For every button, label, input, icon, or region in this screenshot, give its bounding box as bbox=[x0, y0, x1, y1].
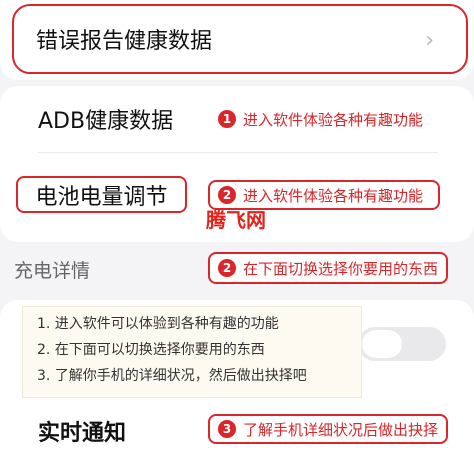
annotation-3: 2 在下面切换选择你要用的东西 bbox=[208, 252, 448, 284]
error-report-label: 错误报告健康数据 bbox=[36, 29, 213, 54]
annotation-2-text: 进入软件体验各种有趣功能 bbox=[243, 186, 424, 205]
annotation-3-text: 在下面切换选择你要用的东西 bbox=[243, 259, 439, 278]
badge-3: 2 bbox=[218, 259, 236, 277]
charge-details-heading: 充电详情 bbox=[14, 260, 91, 282]
tip-item: 3. 了解你手机的详细状况，然后做出抉择吧 bbox=[37, 368, 307, 384]
chevron-right-icon: › bbox=[425, 28, 434, 53]
battery-level-row[interactable]: 电池电量调节 bbox=[16, 176, 187, 213]
toggle-knob bbox=[362, 330, 402, 358]
realtime-notification-row[interactable]: 实时通知 bbox=[38, 415, 126, 447]
tip-item: 1. 进入软件可以体验到各种有趣的功能 bbox=[37, 316, 279, 332]
tips-panel: 1. 进入软件可以体验到各种有趣的功能 2. 在下面可以切换选择你要用的东西 3… bbox=[22, 306, 362, 398]
annotation-1-text: 进入软件体验各种有趣功能 bbox=[243, 110, 424, 129]
badge-4: 3 bbox=[218, 420, 236, 438]
watermark: 腾飞网 bbox=[206, 208, 266, 232]
error-report-row[interactable]: 错误报告健康数据 › bbox=[12, 4, 468, 74]
badge-1: 1 bbox=[218, 110, 236, 128]
badge-2: 2 bbox=[218, 186, 236, 204]
charge-toggle-switch[interactable] bbox=[358, 327, 446, 361]
adb-health-row[interactable]: ADB健康数据 bbox=[38, 103, 173, 135]
annotation-4: 3 了解手机详细状况后做出抉择 bbox=[208, 414, 448, 444]
tip-item: 2. 在下面可以切换选择你要用的东西 bbox=[37, 342, 265, 358]
annotation-1: 1 进入软件体验各种有趣功能 bbox=[218, 108, 423, 130]
annotation-4-text: 了解手机详细状况后做出抉择 bbox=[243, 420, 439, 439]
row-divider bbox=[38, 152, 438, 153]
